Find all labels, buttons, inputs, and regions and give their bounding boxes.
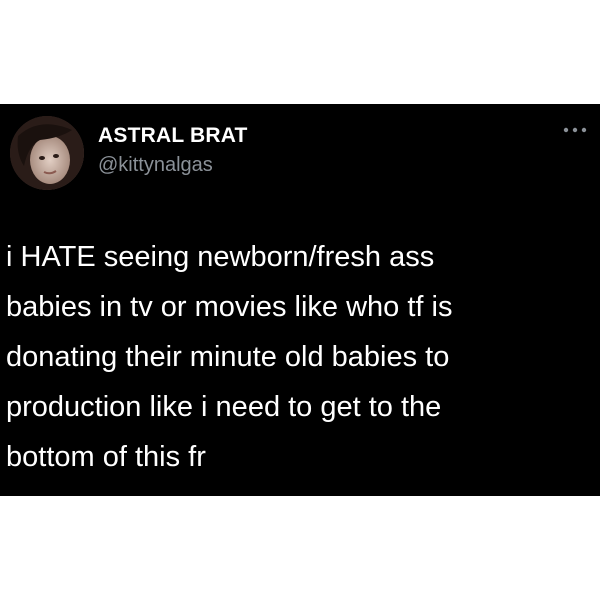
author-display-name[interactable]: ASTRAL BRAT <box>98 124 248 148</box>
tweet-text-line: bottom of this fr <box>6 441 206 473</box>
tweet-text-line: i HATE seeing newborn/fresh ass <box>6 241 435 273</box>
profile-photo-icon <box>10 116 84 190</box>
avatar[interactable] <box>10 116 84 190</box>
tweet-text: i HATE seeing newborn/fresh ass babies i… <box>6 232 591 482</box>
tweet-card: ASTRAL BRAT @kittynalgas i HATE seeing n… <box>0 104 600 496</box>
more-options-icon[interactable] <box>562 122 588 138</box>
tweet-text-line: babies in tv or movies like who tf is <box>6 291 453 323</box>
author-handle[interactable]: @kittynalgas <box>98 154 213 177</box>
tweet-text-line: donating their minute old babies to <box>6 341 450 373</box>
tweet-text-line: production like i need to get to the <box>6 391 442 423</box>
